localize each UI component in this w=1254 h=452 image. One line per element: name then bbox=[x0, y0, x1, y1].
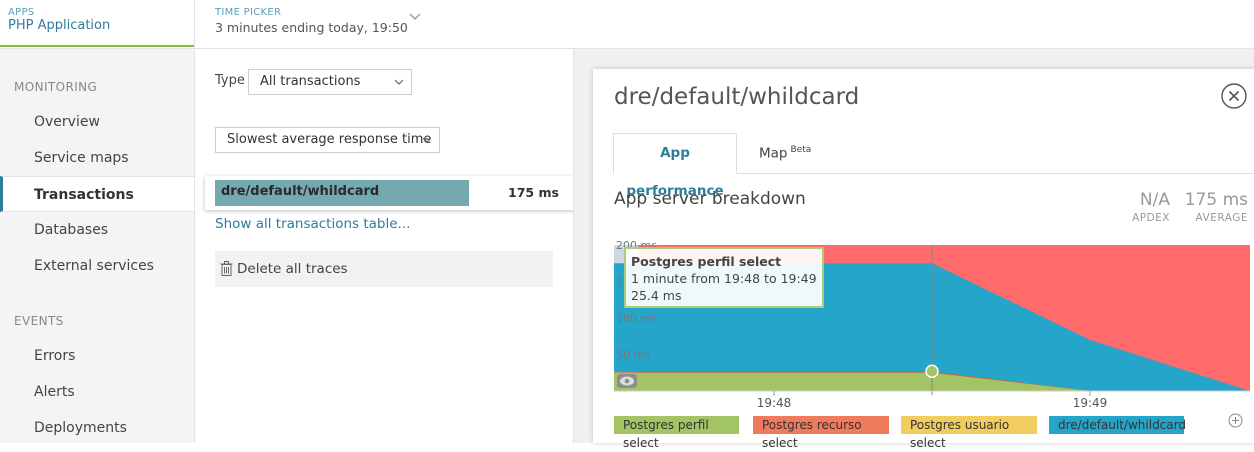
average-label: AVERAGE bbox=[1195, 212, 1248, 224]
x-tick-label: 19:49 bbox=[1073, 396, 1108, 410]
sort-select-value: Slowest average response time bbox=[227, 132, 432, 147]
beta-badge: Beta bbox=[790, 145, 812, 155]
apps-switcher[interactable]: APPS PHP Application bbox=[0, 0, 194, 47]
apdex-label: APDEX bbox=[1132, 212, 1170, 224]
hover-point bbox=[925, 364, 939, 379]
sidebar-item-alerts[interactable]: Alerts bbox=[0, 374, 194, 410]
sidebar-item-errors[interactable]: Errors bbox=[0, 338, 194, 374]
sidebar-item-transactions[interactable]: Transactions bbox=[0, 176, 194, 212]
tab-app-performance[interactable]: App performance bbox=[613, 133, 737, 199]
sidebar-item-deployments[interactable]: Deployments bbox=[0, 410, 194, 446]
delete-all-traces-label: Delete all traces bbox=[237, 261, 348, 277]
tooltip-subtitle: 1 minute from 19:48 to 19:49 bbox=[631, 271, 817, 286]
average-value: 175 ms bbox=[1184, 190, 1248, 210]
tab-map-label: Map bbox=[759, 145, 788, 162]
legend-item[interactable]: Postgres usuario select bbox=[901, 416, 1037, 450]
detail-title: dre/default/whildcard bbox=[614, 84, 860, 110]
sidebar-item-overview[interactable]: Overview bbox=[0, 104, 194, 140]
transaction-row[interactable]: dre/default/whildcard 175 ms bbox=[205, 176, 600, 210]
sidebar: MONITORING Overview Service maps Transac… bbox=[0, 49, 195, 443]
x-tick-label: 19:48 bbox=[757, 396, 792, 410]
breakdown-title: App server breakdown bbox=[614, 189, 806, 209]
type-select-value: All transactions bbox=[260, 74, 361, 89]
chevron-down-icon[interactable] bbox=[408, 10, 422, 24]
eye-icon[interactable] bbox=[617, 374, 637, 388]
apps-label: APPS bbox=[8, 7, 35, 18]
chevron-down-icon bbox=[395, 79, 403, 85]
type-label: Type bbox=[215, 73, 245, 88]
close-icon[interactable] bbox=[1221, 83, 1247, 109]
sidebar-item-databases[interactable]: Databases bbox=[0, 212, 194, 248]
tooltip-title: Postgres perfil select bbox=[631, 254, 782, 269]
show-all-transactions-link[interactable]: Show all transactions table... bbox=[215, 216, 410, 232]
monitoring-header: MONITORING bbox=[14, 80, 98, 94]
y-tick-label: 50 ms bbox=[616, 349, 650, 362]
time-picker-label: TIME PICKER bbox=[215, 7, 282, 18]
type-select[interactable]: All transactions bbox=[248, 69, 412, 95]
apps-value[interactable]: PHP Application bbox=[8, 18, 110, 33]
legend-item[interactable]: Postgres perfil select bbox=[614, 416, 739, 450]
events-header: EVENTS bbox=[14, 314, 64, 328]
tab-map[interactable]: Map Beta bbox=[759, 145, 811, 162]
legend-item[interactable]: dre/default/whildcard bbox=[1049, 416, 1186, 434]
add-series-icon[interactable] bbox=[1228, 413, 1243, 428]
apdex-value: N/A bbox=[1139, 190, 1170, 210]
trash-icon bbox=[220, 261, 233, 276]
transaction-value: 175 ms bbox=[508, 185, 559, 200]
chart-tooltip: Postgres perfil select 1 minute from 19:… bbox=[624, 247, 824, 308]
chevron-down-icon bbox=[423, 137, 431, 143]
y-tick-label: 100 ms bbox=[616, 312, 657, 325]
time-picker-value[interactable]: 3 minutes ending today, 19:50 bbox=[215, 20, 408, 35]
sidebar-item-service-maps[interactable]: Service maps bbox=[0, 140, 194, 176]
transaction-name: dre/default/whildcard bbox=[221, 184, 380, 199]
top-bar: APPS PHP Application TIME PICKER 3 minut… bbox=[0, 0, 1254, 49]
divider bbox=[194, 0, 195, 48]
sidebar-item-external-services[interactable]: External services bbox=[0, 248, 194, 284]
tooltip-value: 25.4 ms bbox=[631, 288, 682, 303]
sort-select[interactable]: Slowest average response time bbox=[215, 127, 440, 153]
delete-all-traces-button[interactable]: Delete all traces bbox=[215, 251, 553, 287]
legend-item[interactable]: Postgres recurso select bbox=[753, 416, 889, 450]
